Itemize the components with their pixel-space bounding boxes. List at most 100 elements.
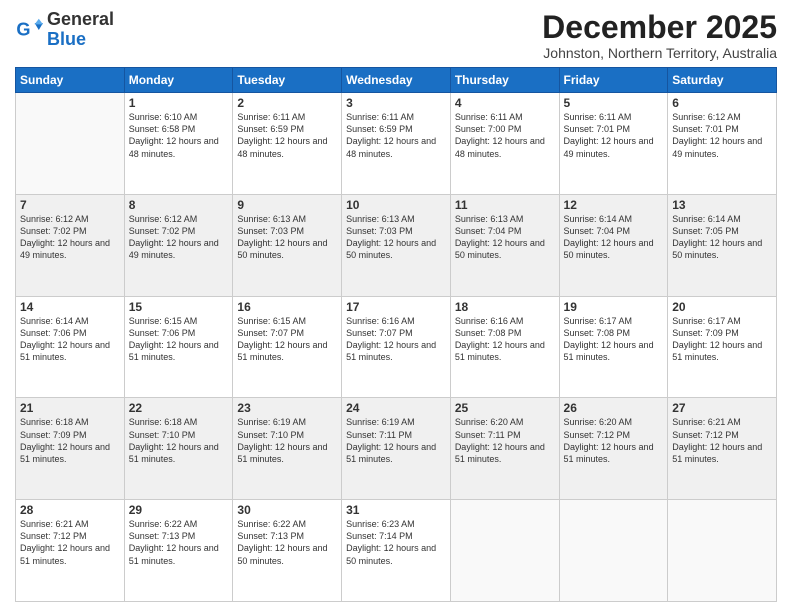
day-number: 23: [237, 401, 337, 415]
column-header-thursday: Thursday: [450, 68, 559, 93]
day-number: 16: [237, 300, 337, 314]
day-number: 2: [237, 96, 337, 110]
day-number: 1: [129, 96, 229, 110]
calendar-cell: [16, 93, 125, 195]
day-info: Sunrise: 6:16 AMSunset: 7:07 PMDaylight:…: [346, 315, 446, 364]
calendar-cell: 26Sunrise: 6:20 AMSunset: 7:12 PMDayligh…: [559, 398, 668, 500]
calendar-table: SundayMondayTuesdayWednesdayThursdayFrid…: [15, 67, 777, 602]
day-info: Sunrise: 6:20 AMSunset: 7:11 PMDaylight:…: [455, 416, 555, 465]
calendar-week-row: 1Sunrise: 6:10 AMSunset: 6:58 PMDaylight…: [16, 93, 777, 195]
day-number: 8: [129, 198, 229, 212]
calendar-week-row: 14Sunrise: 6:14 AMSunset: 7:06 PMDayligh…: [16, 296, 777, 398]
day-info: Sunrise: 6:21 AMSunset: 7:12 PMDaylight:…: [20, 518, 120, 567]
calendar-cell: 9Sunrise: 6:13 AMSunset: 7:03 PMDaylight…: [233, 194, 342, 296]
calendar-cell: 19Sunrise: 6:17 AMSunset: 7:08 PMDayligh…: [559, 296, 668, 398]
logo: G General Blue: [15, 10, 114, 50]
day-info: Sunrise: 6:12 AMSunset: 7:02 PMDaylight:…: [20, 213, 120, 262]
day-number: 7: [20, 198, 120, 212]
day-info: Sunrise: 6:14 AMSunset: 7:04 PMDaylight:…: [564, 213, 664, 262]
day-info: Sunrise: 6:14 AMSunset: 7:05 PMDaylight:…: [672, 213, 772, 262]
day-number: 20: [672, 300, 772, 314]
logo-blue: Blue: [47, 30, 114, 50]
calendar-cell: 30Sunrise: 6:22 AMSunset: 7:13 PMDayligh…: [233, 500, 342, 602]
day-info: Sunrise: 6:17 AMSunset: 7:09 PMDaylight:…: [672, 315, 772, 364]
day-number: 25: [455, 401, 555, 415]
day-number: 3: [346, 96, 446, 110]
day-info: Sunrise: 6:19 AMSunset: 7:10 PMDaylight:…: [237, 416, 337, 465]
title-block: December 2025 Johnston, Northern Territo…: [542, 10, 777, 61]
day-number: 12: [564, 198, 664, 212]
day-number: 24: [346, 401, 446, 415]
day-number: 14: [20, 300, 120, 314]
day-info: Sunrise: 6:15 AMSunset: 7:07 PMDaylight:…: [237, 315, 337, 364]
day-number: 17: [346, 300, 446, 314]
logo-text: General Blue: [47, 10, 114, 50]
calendar-cell: 13Sunrise: 6:14 AMSunset: 7:05 PMDayligh…: [668, 194, 777, 296]
calendar-cell: 21Sunrise: 6:18 AMSunset: 7:09 PMDayligh…: [16, 398, 125, 500]
month-title: December 2025: [542, 10, 777, 45]
calendar-cell: 12Sunrise: 6:14 AMSunset: 7:04 PMDayligh…: [559, 194, 668, 296]
day-number: 11: [455, 198, 555, 212]
day-info: Sunrise: 6:23 AMSunset: 7:14 PMDaylight:…: [346, 518, 446, 567]
day-info: Sunrise: 6:13 AMSunset: 7:04 PMDaylight:…: [455, 213, 555, 262]
day-number: 10: [346, 198, 446, 212]
calendar-cell: 22Sunrise: 6:18 AMSunset: 7:10 PMDayligh…: [124, 398, 233, 500]
calendar-cell: 25Sunrise: 6:20 AMSunset: 7:11 PMDayligh…: [450, 398, 559, 500]
day-number: 22: [129, 401, 229, 415]
calendar-cell: 17Sunrise: 6:16 AMSunset: 7:07 PMDayligh…: [342, 296, 451, 398]
day-number: 30: [237, 503, 337, 517]
day-info: Sunrise: 6:15 AMSunset: 7:06 PMDaylight:…: [129, 315, 229, 364]
day-info: Sunrise: 6:22 AMSunset: 7:13 PMDaylight:…: [129, 518, 229, 567]
logo-icon: G: [15, 16, 43, 44]
column-header-monday: Monday: [124, 68, 233, 93]
day-info: Sunrise: 6:22 AMSunset: 7:13 PMDaylight:…: [237, 518, 337, 567]
calendar-cell: [450, 500, 559, 602]
day-number: 21: [20, 401, 120, 415]
day-info: Sunrise: 6:17 AMSunset: 7:08 PMDaylight:…: [564, 315, 664, 364]
calendar-cell: 23Sunrise: 6:19 AMSunset: 7:10 PMDayligh…: [233, 398, 342, 500]
calendar-week-row: 7Sunrise: 6:12 AMSunset: 7:02 PMDaylight…: [16, 194, 777, 296]
calendar-cell: 16Sunrise: 6:15 AMSunset: 7:07 PMDayligh…: [233, 296, 342, 398]
column-header-saturday: Saturday: [668, 68, 777, 93]
day-info: Sunrise: 6:10 AMSunset: 6:58 PMDaylight:…: [129, 111, 229, 160]
calendar-cell: 7Sunrise: 6:12 AMSunset: 7:02 PMDaylight…: [16, 194, 125, 296]
day-info: Sunrise: 6:16 AMSunset: 7:08 PMDaylight:…: [455, 315, 555, 364]
calendar-cell: 27Sunrise: 6:21 AMSunset: 7:12 PMDayligh…: [668, 398, 777, 500]
day-info: Sunrise: 6:18 AMSunset: 7:10 PMDaylight:…: [129, 416, 229, 465]
day-info: Sunrise: 6:11 AMSunset: 7:01 PMDaylight:…: [564, 111, 664, 160]
day-number: 31: [346, 503, 446, 517]
calendar-cell: 31Sunrise: 6:23 AMSunset: 7:14 PMDayligh…: [342, 500, 451, 602]
column-header-tuesday: Tuesday: [233, 68, 342, 93]
day-number: 28: [20, 503, 120, 517]
day-info: Sunrise: 6:11 AMSunset: 6:59 PMDaylight:…: [237, 111, 337, 160]
calendar-week-row: 28Sunrise: 6:21 AMSunset: 7:12 PMDayligh…: [16, 500, 777, 602]
header: G General Blue December 2025 Johnston, N…: [15, 10, 777, 61]
day-info: Sunrise: 6:20 AMSunset: 7:12 PMDaylight:…: [564, 416, 664, 465]
day-info: Sunrise: 6:12 AMSunset: 7:02 PMDaylight:…: [129, 213, 229, 262]
day-number: 27: [672, 401, 772, 415]
calendar-cell: 1Sunrise: 6:10 AMSunset: 6:58 PMDaylight…: [124, 93, 233, 195]
calendar-cell: 8Sunrise: 6:12 AMSunset: 7:02 PMDaylight…: [124, 194, 233, 296]
calendar-cell: [559, 500, 668, 602]
day-info: Sunrise: 6:11 AMSunset: 7:00 PMDaylight:…: [455, 111, 555, 160]
day-number: 26: [564, 401, 664, 415]
calendar-cell: 5Sunrise: 6:11 AMSunset: 7:01 PMDaylight…: [559, 93, 668, 195]
page: G General Blue December 2025 Johnston, N…: [0, 0, 792, 612]
calendar-cell: 24Sunrise: 6:19 AMSunset: 7:11 PMDayligh…: [342, 398, 451, 500]
column-header-wednesday: Wednesday: [342, 68, 451, 93]
day-info: Sunrise: 6:12 AMSunset: 7:01 PMDaylight:…: [672, 111, 772, 160]
calendar-cell: 14Sunrise: 6:14 AMSunset: 7:06 PMDayligh…: [16, 296, 125, 398]
column-header-friday: Friday: [559, 68, 668, 93]
svg-text:G: G: [16, 19, 30, 39]
calendar-cell: 28Sunrise: 6:21 AMSunset: 7:12 PMDayligh…: [16, 500, 125, 602]
day-number: 15: [129, 300, 229, 314]
day-info: Sunrise: 6:14 AMSunset: 7:06 PMDaylight:…: [20, 315, 120, 364]
day-number: 13: [672, 198, 772, 212]
day-info: Sunrise: 6:19 AMSunset: 7:11 PMDaylight:…: [346, 416, 446, 465]
day-number: 6: [672, 96, 772, 110]
day-number: 18: [455, 300, 555, 314]
day-info: Sunrise: 6:21 AMSunset: 7:12 PMDaylight:…: [672, 416, 772, 465]
calendar-cell: 6Sunrise: 6:12 AMSunset: 7:01 PMDaylight…: [668, 93, 777, 195]
day-number: 19: [564, 300, 664, 314]
calendar-cell: 3Sunrise: 6:11 AMSunset: 6:59 PMDaylight…: [342, 93, 451, 195]
